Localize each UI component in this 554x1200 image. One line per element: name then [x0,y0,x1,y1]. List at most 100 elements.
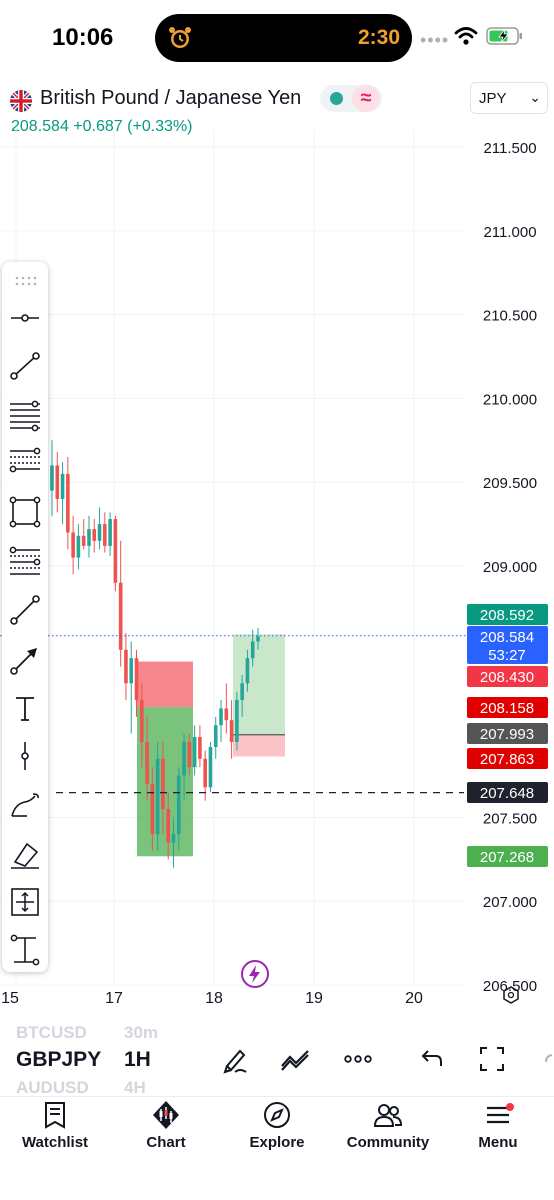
tab-label: Watchlist [21,1134,89,1151]
indicators-icon[interactable] [278,1042,312,1076]
highlighter-tool-icon[interactable] [7,836,43,872]
fullscreen-icon[interactable] [475,1042,509,1076]
candle-body [203,758,207,788]
tab-label: Community [346,1134,430,1151]
x-axis-tick-label: 20 [405,990,423,1007]
candle-body [97,524,102,541]
lightning-icon[interactable] [241,960,269,988]
ray-tool-icon[interactable] [7,592,43,628]
candle-body [87,529,91,546]
price-label-text: 208.430 [480,669,534,686]
currency-select[interactable]: JPY ⌄ [470,82,548,114]
parallel-channel-tool-icon[interactable] [7,396,43,432]
y-axis-tick-label: 210.000 [483,391,537,408]
status-bar: 10:06 2:30 •••• [0,0,554,70]
candle-body [176,775,181,835]
price-chart[interactable]: 211.500 211.000 210.500 210.000 209.500 209.0… [0,130,554,1020]
price-label-text: 208.158 [480,700,534,717]
tab-label: Chart [146,1134,186,1151]
candle-body [219,708,223,726]
vertical-line-tool-icon[interactable] [7,738,43,774]
arrow-tool-icon[interactable] [7,642,43,678]
x-axis-tick-label: 17 [105,990,123,1007]
trend-line-tool-icon[interactable] [7,348,43,384]
candle-body [235,700,239,742]
brush-tool-icon[interactable] [7,786,43,822]
candle-body [71,532,75,558]
candle-body [245,658,250,684]
fib-retracement-tool-icon[interactable] [7,444,43,480]
tab-chart[interactable]: Chart [111,1100,221,1160]
y-axis-tick-label: 211.500 [483,140,536,157]
tab-community[interactable]: Community [333,1100,443,1160]
candle-body [139,700,144,742]
price-label-text: 208.584 [480,629,534,646]
price-range-tool-icon[interactable] [7,932,43,968]
candle-body [240,683,244,701]
tab-menu[interactable]: Menu [443,1100,553,1160]
candle-body [60,473,65,499]
x-axis-tick-label: 18 [205,990,223,1007]
ghost-symbol-below: AUDUSD [16,1078,89,1097]
candle-body [124,649,128,684]
chevron-down-icon: ⌄ [529,89,541,105]
candle-body [81,535,86,546]
short-position-stop-zone [137,661,193,708]
candle-body [50,465,54,491]
candles-icon [153,1101,179,1129]
candle-body [256,636,260,642]
symbol-picker[interactable]: GBPJPY [16,1048,101,1072]
alarm-clock-icon [169,27,191,48]
fib-extension-tool-icon[interactable] [7,542,43,578]
candle-body [213,725,218,748]
candle-body [118,582,123,650]
undo-icon[interactable] [414,1042,448,1076]
measure-tool-icon[interactable] [7,884,43,920]
interval-picker[interactable]: 1H [124,1048,151,1072]
drag-handle-icon[interactable] [7,264,43,288]
candle-body [187,741,192,768]
price-label-text: 207.268 [480,849,534,866]
more-options-icon[interactable] [341,1042,375,1076]
candle-body [103,524,107,546]
book-icon [45,1102,65,1129]
candle-body [155,758,160,835]
price-label-text: 207.648 [480,785,534,802]
rectangle-tool-icon[interactable] [7,494,43,530]
candle-body [129,658,134,684]
candle-body [161,758,165,810]
candle-body [224,708,229,721]
candle-body [182,741,186,776]
signal-dots-icon: •••• [420,30,450,50]
market-open-dot [330,92,343,105]
wave-icon: ≈ [352,85,380,112]
candle-body [55,465,60,499]
candle-body [145,741,149,784]
tab-explore[interactable]: Explore [222,1100,332,1160]
pair-title[interactable]: British Pound / Japanese Yen [40,87,301,110]
notification-dot [506,1103,514,1111]
price-label-text: 207.863 [480,751,534,768]
y-axis-tick-label: 211.000 [483,224,536,241]
candle-body [113,519,118,583]
x-axis-tick-label: 19 [305,990,323,1007]
ghost-interval-below: 4H [124,1078,146,1097]
wifi-icon [454,27,478,45]
candle-body [92,529,97,541]
drawing-toolbar [2,262,48,972]
horizontal-line-tool-icon[interactable] [7,300,43,336]
market-status-pill[interactable]: ≈ [320,85,382,112]
people-icon [373,1104,403,1127]
candle-body [171,834,176,843]
text-tool-icon[interactable] [7,690,43,726]
x-axis-tick-label: 15 [1,990,19,1007]
candle-body [76,535,81,558]
drawing-pen-icon[interactable] [218,1042,252,1076]
candle-body [150,783,155,835]
ghost-symbol-above: BTCUSD [16,1023,87,1042]
currency-label: JPY [479,90,507,107]
long-position-stop-zone [233,734,285,757]
tab-watchlist[interactable]: Watchlist [0,1100,110,1160]
timer-text: 2:30 [357,26,400,49]
uk-flag-icon [10,90,32,112]
